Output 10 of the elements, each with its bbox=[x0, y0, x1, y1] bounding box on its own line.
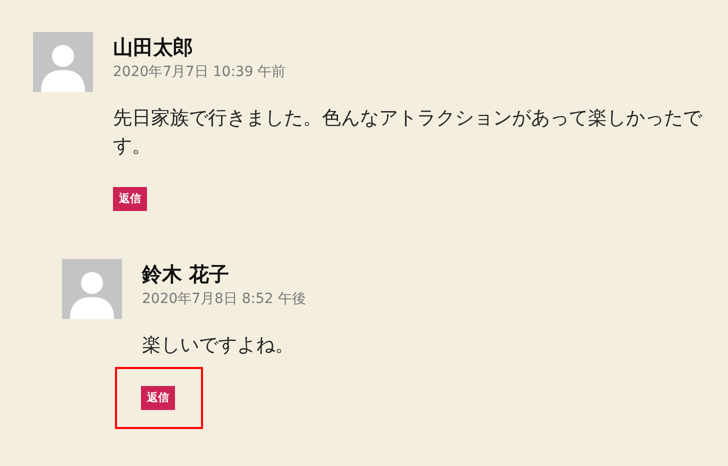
author-name: 山田太郎 bbox=[113, 34, 194, 60]
avatar-icon bbox=[62, 259, 122, 319]
author-name: 鈴木 花子 bbox=[142, 261, 230, 287]
comment-date: 2020年7月7日 10:39 午前 bbox=[113, 63, 287, 82]
comment-text: 先日家族で行きました。色んなアトラクションがあって楽しかったです。 bbox=[113, 106, 704, 159]
reply-button[interactable]: 返信 bbox=[141, 386, 175, 410]
reply-button[interactable]: 返信 bbox=[113, 187, 147, 211]
avatar-icon bbox=[33, 32, 93, 92]
comment-text: 楽しいですよね。 bbox=[142, 333, 295, 358]
comment-date: 2020年7月8日 8:52 午後 bbox=[142, 290, 307, 309]
